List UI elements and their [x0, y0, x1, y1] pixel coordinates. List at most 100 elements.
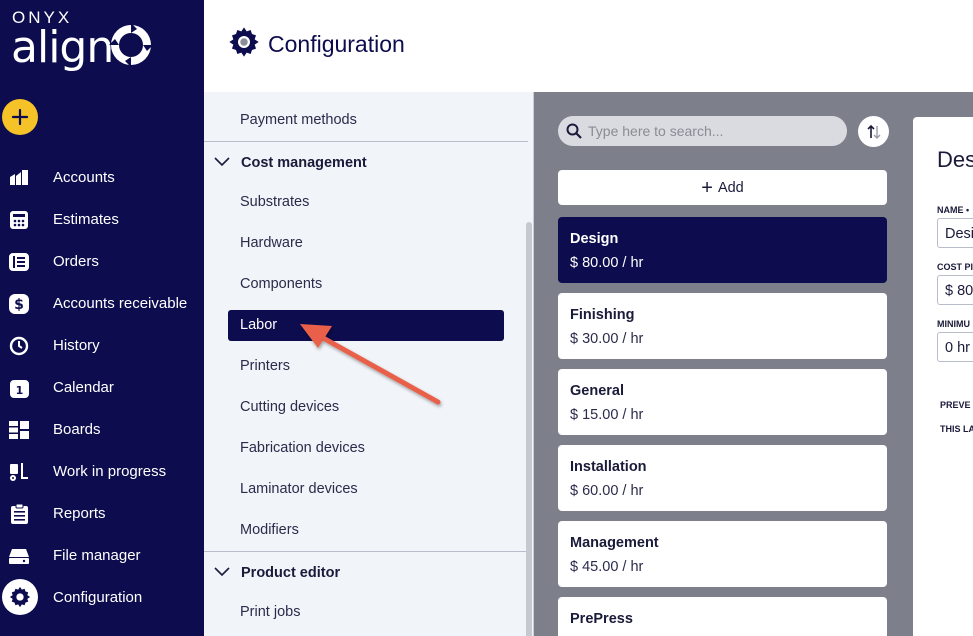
menu-group-cost-management[interactable]: Cost management: [204, 141, 528, 183]
sidebar-item-orders[interactable]: Orders: [0, 243, 204, 279]
gear-icon: [2, 579, 38, 615]
card-rate: $ 80.00 / hr: [570, 255, 644, 271]
detail-title: Des: [937, 147, 973, 172]
chevron-down-icon: [214, 564, 230, 582]
forklift-icon: [8, 461, 30, 483]
page-header: Configuration: [204, 0, 973, 92]
sidebar-item-label: History: [53, 336, 100, 354]
clipboard-icon: [8, 503, 30, 525]
sidebar-item-accounts[interactable]: Accounts: [0, 159, 204, 195]
accounts-icon: [8, 167, 30, 189]
sidebar-item-label: Reports: [53, 504, 106, 522]
sidebar-item-calendar[interactable]: 1 Calendar: [0, 369, 204, 405]
menu-item-label: Labor: [240, 317, 278, 333]
drive-icon: [8, 545, 30, 567]
onyx-align-logo[interactable]: ONYX align: [11, 8, 161, 78]
search-icon: [566, 123, 582, 144]
menu-item-print-jobs[interactable]: Print jobs: [240, 604, 300, 620]
plus-icon: [11, 108, 29, 126]
boards-icon: [8, 419, 30, 441]
sidebar-item-history[interactable]: History: [0, 327, 204, 363]
sidebar-item-label: Orders: [53, 252, 99, 270]
svg-text:$: $: [14, 297, 24, 313]
sidebar-item-label: Work in progress: [53, 462, 167, 480]
history-icon: [8, 335, 30, 357]
dollar-icon: $: [8, 293, 30, 315]
sidebar-item-label: Calendar: [53, 378, 114, 396]
card-rate: $ 45.00 / hr: [570, 559, 644, 575]
labor-card-finishing[interactable]: Finishing $ 30.00 / hr: [558, 293, 887, 359]
annotation-arrow: [300, 324, 441, 405]
minimum-field-value: 0 hr: [945, 340, 970, 356]
sidebar-item-reports[interactable]: Reports: [0, 495, 204, 531]
page-title: Configuration: [268, 31, 405, 57]
cost-field[interactable]: $ 80: [937, 275, 973, 305]
sidebar-item-label: Estimates: [53, 210, 119, 228]
labor-card-management[interactable]: Management $ 45.00 / hr: [558, 521, 887, 587]
menu-item-hardware[interactable]: Hardware: [240, 235, 303, 251]
sidebar-item-configuration[interactable]: Configuration: [0, 579, 204, 615]
menu-item-payment-methods[interactable]: Payment methods: [240, 112, 357, 128]
menu-item-components[interactable]: Components: [240, 276, 322, 292]
sidebar-item-label: Accounts: [53, 168, 115, 186]
cost-field-value: $ 80: [945, 283, 973, 299]
menu-item-substrates[interactable]: Substrates: [240, 194, 309, 210]
card-name: PrePress: [570, 611, 633, 627]
menu-item-modifiers[interactable]: Modifiers: [240, 522, 299, 538]
add-button[interactable]: + Add: [558, 170, 887, 205]
labor-card-general[interactable]: General $ 15.00 / hr: [558, 369, 887, 435]
minimum-field-label: MINIMU: [937, 319, 970, 329]
add-button-label: Add: [717, 179, 744, 196]
menu-group-label: Product editor: [241, 565, 341, 581]
menu-item-laminator-devices[interactable]: Laminator devices: [240, 481, 358, 497]
card-name: Installation: [570, 459, 647, 475]
menu-group-product-editor[interactable]: Product editor: [204, 551, 528, 593]
sidebar-item-label: Accounts receivable: [53, 294, 188, 312]
sidebar-item-label: Boards: [53, 420, 101, 438]
card-rate: $ 60.00 / hr: [570, 483, 644, 499]
plus-icon: +: [701, 176, 713, 199]
card-name: Finishing: [570, 307, 635, 323]
create-new-button[interactable]: [2, 99, 38, 135]
name-field[interactable]: Desi: [937, 218, 973, 248]
sidebar-item-work-in-progress[interactable]: Work in progress: [0, 453, 204, 489]
sort-arrows-icon: [866, 124, 880, 139]
calendar-icon: 1: [8, 377, 30, 399]
calculator-icon: [8, 209, 30, 231]
card-rate: $ 15.00 / hr: [570, 407, 644, 423]
menu-item-printers[interactable]: Printers: [240, 358, 290, 374]
labor-card-design[interactable]: Design $ 80.00 / hr: [558, 217, 887, 283]
sidebar-item-label: Configuration: [53, 588, 143, 606]
card-name: Management: [570, 535, 659, 551]
minimum-field[interactable]: 0 hr: [937, 332, 973, 362]
labor-list-panel: + Add Design $ 80.00 / hr Finishing $ 30…: [534, 92, 898, 636]
this-labor-option-text: THIS LA: [940, 424, 973, 434]
card-name: Design: [570, 231, 619, 247]
sidebar-item-accounts-receivable[interactable]: $ Accounts receivable: [0, 285, 204, 321]
logo-name-text: align: [11, 22, 114, 73]
card-rate: $ 30.00 / hr: [570, 331, 644, 347]
labor-card-installation[interactable]: Installation $ 60.00 / hr: [558, 445, 887, 511]
search-box[interactable]: [558, 116, 847, 146]
cost-field-label: COST PI: [937, 262, 973, 272]
menu-group-label: Cost management: [241, 155, 367, 171]
sidebar: ONYX align Accounts Estimates Orders $ A…: [0, 0, 204, 636]
chevron-down-icon: [214, 154, 230, 172]
card-name: General: [570, 383, 624, 399]
labor-detail-panel: Des NAME • Desi COST PI $ 80 MINIMU 0 hr…: [913, 117, 973, 636]
configuration-gear-icon: [228, 26, 260, 63]
sidebar-item-label: File manager: [53, 546, 141, 564]
prevent-option-text: PREVE: [940, 400, 971, 410]
orders-icon: [8, 251, 30, 273]
sort-button[interactable]: [858, 116, 889, 147]
labor-card-prepress[interactable]: PrePress: [558, 597, 887, 636]
search-input[interactable]: [588, 121, 838, 141]
sidebar-item-boards[interactable]: Boards: [0, 411, 204, 447]
menu-item-fabrication-devices[interactable]: Fabrication devices: [240, 440, 365, 456]
menu-scrollbar[interactable]: [526, 222, 532, 636]
logo-swirl-icon: [109, 23, 153, 67]
name-field-label: NAME •: [937, 205, 970, 215]
sidebar-item-file-manager[interactable]: File manager: [0, 537, 204, 573]
name-field-value: Desi: [945, 226, 973, 242]
sidebar-item-estimates[interactable]: Estimates: [0, 201, 204, 237]
